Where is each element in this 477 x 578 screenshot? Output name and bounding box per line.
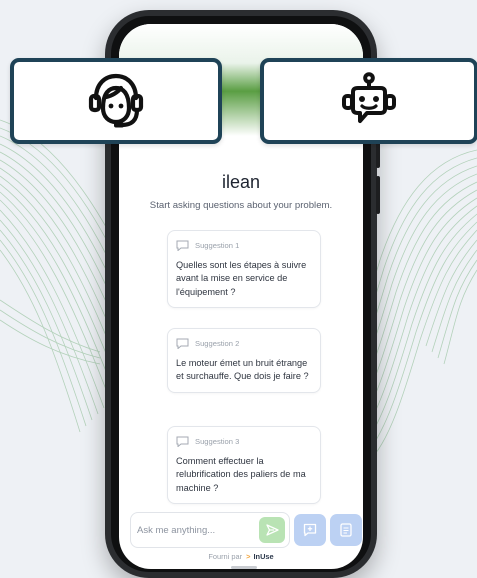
suggestion-text: Comment effectuer la relubrification des… — [176, 456, 306, 493]
chat-bubble-icon — [176, 338, 189, 349]
document-icon — [340, 523, 352, 537]
suggestion-text: Quelles sont les étapes à suivre avant l… — [176, 260, 307, 297]
footer-prefix: Fourni par — [208, 552, 243, 561]
suggestion-card-header: Suggestion 2 — [176, 338, 311, 349]
footer-credit: Fourni par > InUse — [119, 552, 363, 561]
app-title: ilean — [221, 172, 261, 192]
app-subtitle: Start asking questions about your proble… — [149, 200, 333, 211]
suggestion-list[interactable]: Suggestion 1 Quelles sont les étapes à s… — [119, 230, 363, 510]
chat-input-container — [130, 512, 290, 548]
suggestion-label: Suggestion 3 — [195, 437, 240, 446]
document-button[interactable] — [330, 514, 362, 546]
suggestion-label: Suggestion 1 — [195, 241, 240, 250]
suggestion-text: Le moteur émet un bruit étrange et surch… — [176, 358, 309, 382]
suggestion-card-3[interactable]: Suggestion 3 Comment effectuer la relubr… — [167, 426, 321, 505]
add-message-icon — [303, 523, 317, 537]
suggestion-card-1[interactable]: Suggestion 1 Quelles sont les étapes à s… — [167, 230, 321, 309]
suggestion-card-2[interactable]: Suggestion 2 Le moteur émet un bruit étr… — [167, 328, 321, 393]
new-chat-button[interactable] — [294, 514, 326, 546]
send-button[interactable] — [259, 517, 285, 543]
suggestion-label: Suggestion 2 — [195, 339, 240, 348]
send-icon — [265, 524, 279, 536]
phone-side-button — [376, 176, 380, 214]
footer-brand-link[interactable]: InUse — [254, 552, 274, 561]
chat-input[interactable] — [137, 522, 245, 538]
chatbot-card[interactable] — [260, 58, 477, 144]
chat-input-bar — [126, 512, 362, 548]
human-agent-card[interactable] — [10, 58, 222, 144]
suggestion-card-header: Suggestion 3 — [176, 436, 311, 447]
headset-agent-icon — [88, 73, 144, 128]
brand-mark-icon: > — [246, 552, 251, 561]
chat-bubble-icon — [176, 240, 189, 251]
robot-chat-icon — [342, 72, 396, 123]
chat-bubble-icon — [176, 436, 189, 447]
suggestion-card-header: Suggestion 1 — [176, 240, 311, 251]
home-indicator — [231, 566, 257, 569]
